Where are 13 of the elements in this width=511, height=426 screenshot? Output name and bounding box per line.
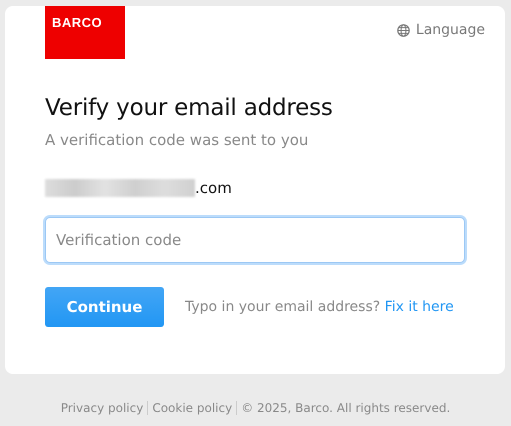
globe-icon xyxy=(396,24,410,36)
page-heading: Verify your email address xyxy=(45,95,334,121)
copyright-text: © 2025, Barco. All rights reserved. xyxy=(241,401,450,415)
footer-link[interactable]: Cookie policy xyxy=(152,401,232,415)
subtitle: A verification code was sent to you xyxy=(45,131,310,149)
verification-code-field[interactable]: Verification code xyxy=(45,217,465,263)
footer-link[interactable]: Privacy policy xyxy=(60,401,144,415)
continue-button[interactable]: Continue xyxy=(45,287,164,327)
fix-it-link[interactable]: Fix it here xyxy=(384,299,454,315)
barco-logo: BARCO xyxy=(45,6,125,59)
email-address: .com xyxy=(195,179,232,197)
typo-prompt: Typo in your email address? Fix it here xyxy=(185,299,454,315)
language-link[interactable]: Language xyxy=(416,22,485,38)
